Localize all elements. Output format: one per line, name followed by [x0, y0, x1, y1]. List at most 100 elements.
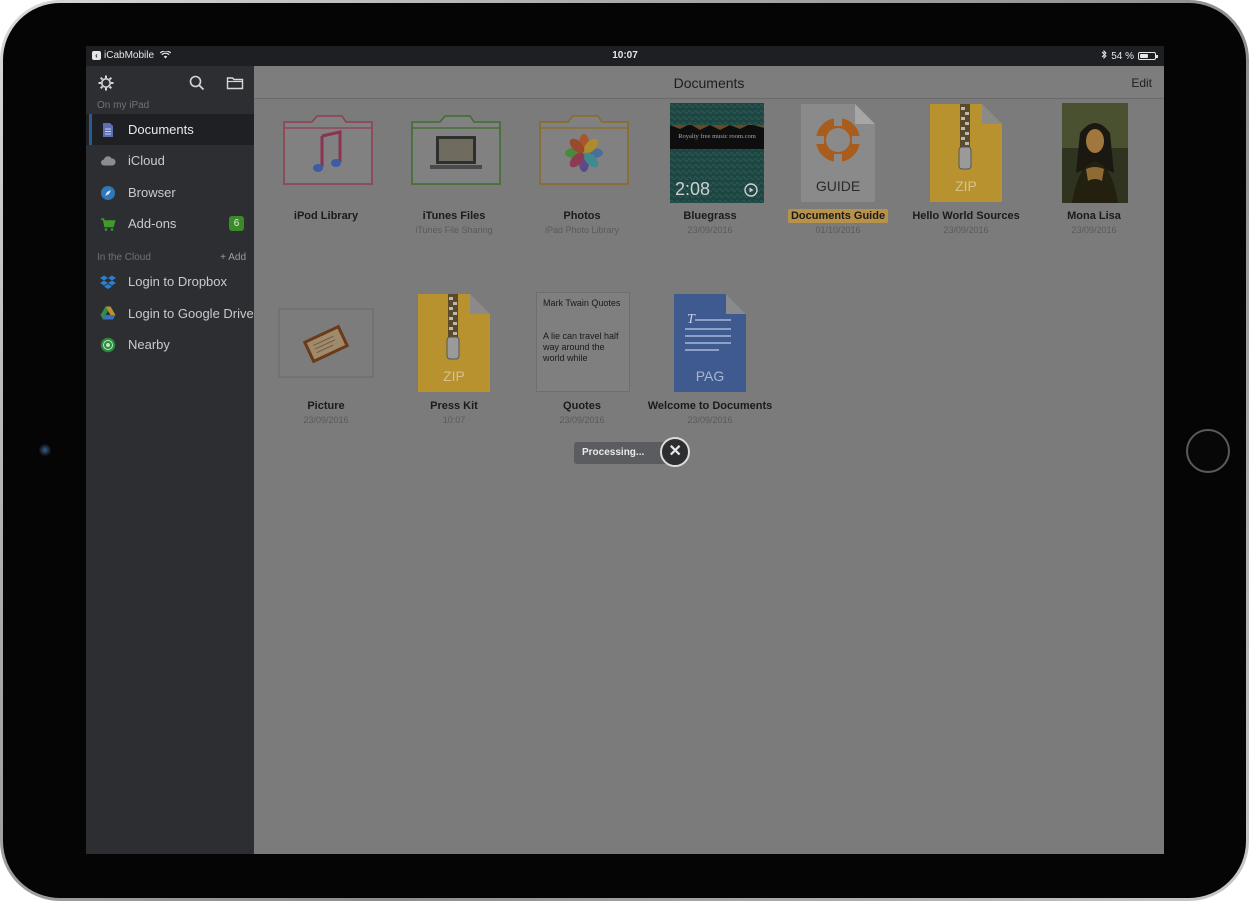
front-camera — [39, 444, 51, 456]
zip-icon: ZIP — [390, 290, 518, 400]
sidebar-item-label: Login to Google Drive — [128, 305, 254, 321]
cloud-icon — [100, 153, 116, 169]
file-tile-press-kit[interactable]: ZIP Press Kit 10:07 — [390, 290, 518, 426]
file-tile-documents-guide[interactable]: GUIDE Documents Guide 01/10/2016 — [774, 100, 902, 236]
search-icon[interactable] — [188, 74, 206, 92]
file-subtitle: 10:07 — [442, 415, 466, 425]
home-button[interactable] — [1186, 429, 1230, 473]
file-name: Picture — [307, 400, 345, 412]
edit-button[interactable]: Edit — [1131, 76, 1152, 90]
sidebar-item-documents[interactable]: Documents — [86, 114, 254, 146]
guide-icon: GUIDE — [774, 100, 902, 210]
sidebar-item-dropbox[interactable]: Login to Dropbox — [86, 266, 254, 297]
file-subtitle: 23/09/2016 — [559, 415, 605, 425]
pages-label: PAG — [695, 368, 725, 384]
gear-icon[interactable] — [97, 74, 115, 92]
add-cloud-button[interactable]: + Add — [220, 250, 246, 266]
battery-percentage: 54 % — [1111, 50, 1134, 62]
section-on-my-ipad: On my iPad — [86, 98, 254, 114]
status-bar: ‹ iCabMobile 10:07 54 % — [86, 46, 1164, 66]
file-tile-picture[interactable]: Picture 23/09/2016 — [262, 290, 390, 426]
video-thumbnail: Royalty free music room.com 2:08 — [646, 100, 774, 210]
file-subtitle: 23/09/2016 — [303, 415, 349, 425]
file-subtitle: 23/09/2016 — [687, 225, 733, 235]
nearby-icon — [100, 337, 116, 353]
zip-icon: ZIP — [902, 100, 1030, 210]
sidebar-item-add-ons[interactable]: Add-ons 6 — [86, 208, 254, 239]
file-subtitle: 01/10/2016 — [815, 225, 861, 235]
addons-badge: 6 — [229, 215, 244, 231]
sidebar-item-label: iCloud — [128, 153, 165, 169]
processing-indicator: Processing... ✕ — [574, 437, 691, 467]
file-subtitle: 23/09/2016 — [1071, 225, 1117, 235]
video-duration: 2:08 — [675, 179, 711, 199]
compass-icon — [100, 185, 116, 201]
google-drive-icon — [100, 305, 116, 321]
section-label: On my iPad — [97, 100, 150, 111]
file-name: iPod Library — [293, 210, 359, 222]
folder-icon[interactable] — [226, 74, 244, 92]
navigation-bar: Documents Edit — [254, 66, 1164, 99]
file-tile-ipod-library[interactable]: iPod Library — [262, 100, 390, 224]
laptop-folder-icon — [390, 100, 518, 210]
file-tile-quotes[interactable]: Mark Twain Quotes A lie can travel half … — [518, 290, 646, 426]
file-tile-mona-lisa[interactable]: Mona Lisa 23/09/2016 — [1030, 100, 1158, 236]
sidebar-item-label: Login to Dropbox — [128, 274, 228, 290]
sidebar-item-label: Add-ons — [128, 216, 177, 232]
cart-icon — [100, 216, 116, 232]
bluetooth-icon — [1101, 49, 1107, 62]
guide-label: GUIDE — [815, 178, 861, 194]
file-name: Hello World Sources — [912, 210, 1020, 222]
preview-title: Mark Twain Quotes — [543, 298, 621, 308]
preview-body: A lie can travel half way around the wor… — [543, 331, 619, 363]
processing-label: Processing... — [582, 447, 645, 458]
close-icon[interactable]: ✕ — [660, 437, 691, 467]
photos-folder-icon — [518, 100, 646, 210]
file-name: Documents Guide — [774, 209, 902, 223]
file-name: iTunes Files — [422, 210, 486, 222]
picture-icon — [262, 290, 390, 400]
ipad-frame: ‹ iCabMobile 10:07 54 % On my iPad Docum… — [0, 0, 1249, 901]
sidebar-item-icloud[interactable]: iCloud — [86, 145, 254, 176]
file-name-highlight: Documents Guide — [787, 209, 889, 223]
play-icon[interactable] — [744, 183, 758, 202]
sidebar-item-browser[interactable]: Browser — [86, 177, 254, 208]
file-tile-welcome-to-documents[interactable]: T PAG Welcome to Documents 23/09/2016 — [646, 290, 774, 426]
file-tile-photos[interactable]: Photos iPad Photo Library — [518, 100, 646, 236]
sidebar: On my iPad Documents iCloud Browser Add-… — [86, 66, 254, 854]
file-tile-hello-world-sources[interactable]: ZIP Hello World Sources 23/09/2016 — [902, 100, 1030, 236]
file-name: Quotes — [563, 400, 601, 412]
section-in-the-cloud: In the Cloud + Add — [86, 250, 254, 266]
bluegrass-thumbnail: Royalty free music room.com 2:08 — [670, 103, 764, 203]
file-subtitle: 23/09/2016 — [943, 225, 989, 235]
sidebar-item-google-drive[interactable]: Login to Google Drive — [86, 297, 254, 328]
video-overlay-text: Royalty free music room.com — [678, 133, 756, 140]
battery-level — [1140, 54, 1148, 58]
main-content: Documents Edit iPod Library iTunes Files… — [254, 66, 1164, 854]
pages-icon: T PAG — [646, 290, 774, 400]
section-label: In the Cloud — [97, 252, 151, 264]
file-name: Press Kit — [430, 400, 478, 412]
text-preview: Mark Twain Quotes A lie can travel half … — [518, 290, 646, 400]
svg-text:T: T — [687, 312, 696, 327]
file-name: Mona Lisa — [1067, 210, 1121, 222]
status-time: 10:07 — [612, 50, 638, 61]
sidebar-toolbar — [86, 66, 254, 98]
text-preview-sheet: Mark Twain Quotes A lie can travel half … — [536, 292, 630, 392]
file-subtitle: iTunes File Sharing — [415, 225, 493, 235]
file-subtitle: iPad Photo Library — [544, 225, 620, 235]
image-thumbnail — [1030, 100, 1158, 210]
file-name: Bluegrass — [683, 210, 737, 222]
page-title: Documents — [673, 75, 745, 91]
file-tile-itunes-files[interactable]: iTunes Files iTunes File Sharing — [390, 100, 518, 236]
file-subtitle: 23/09/2016 — [687, 415, 733, 425]
screen: ‹ iCabMobile 10:07 54 % On my iPad Docum… — [86, 46, 1164, 854]
documents-icon — [100, 122, 116, 138]
zip-label: ZIP — [955, 178, 977, 194]
zip-label: ZIP — [443, 368, 465, 384]
music-folder-icon — [262, 100, 390, 210]
file-tile-bluegrass[interactable]: Royalty free music room.com 2:08 Bluegra… — [646, 100, 774, 236]
file-name: Photos — [563, 210, 601, 222]
sidebar-item-nearby[interactable]: Nearby — [86, 329, 254, 360]
sidebar-item-label: Browser — [128, 184, 176, 200]
